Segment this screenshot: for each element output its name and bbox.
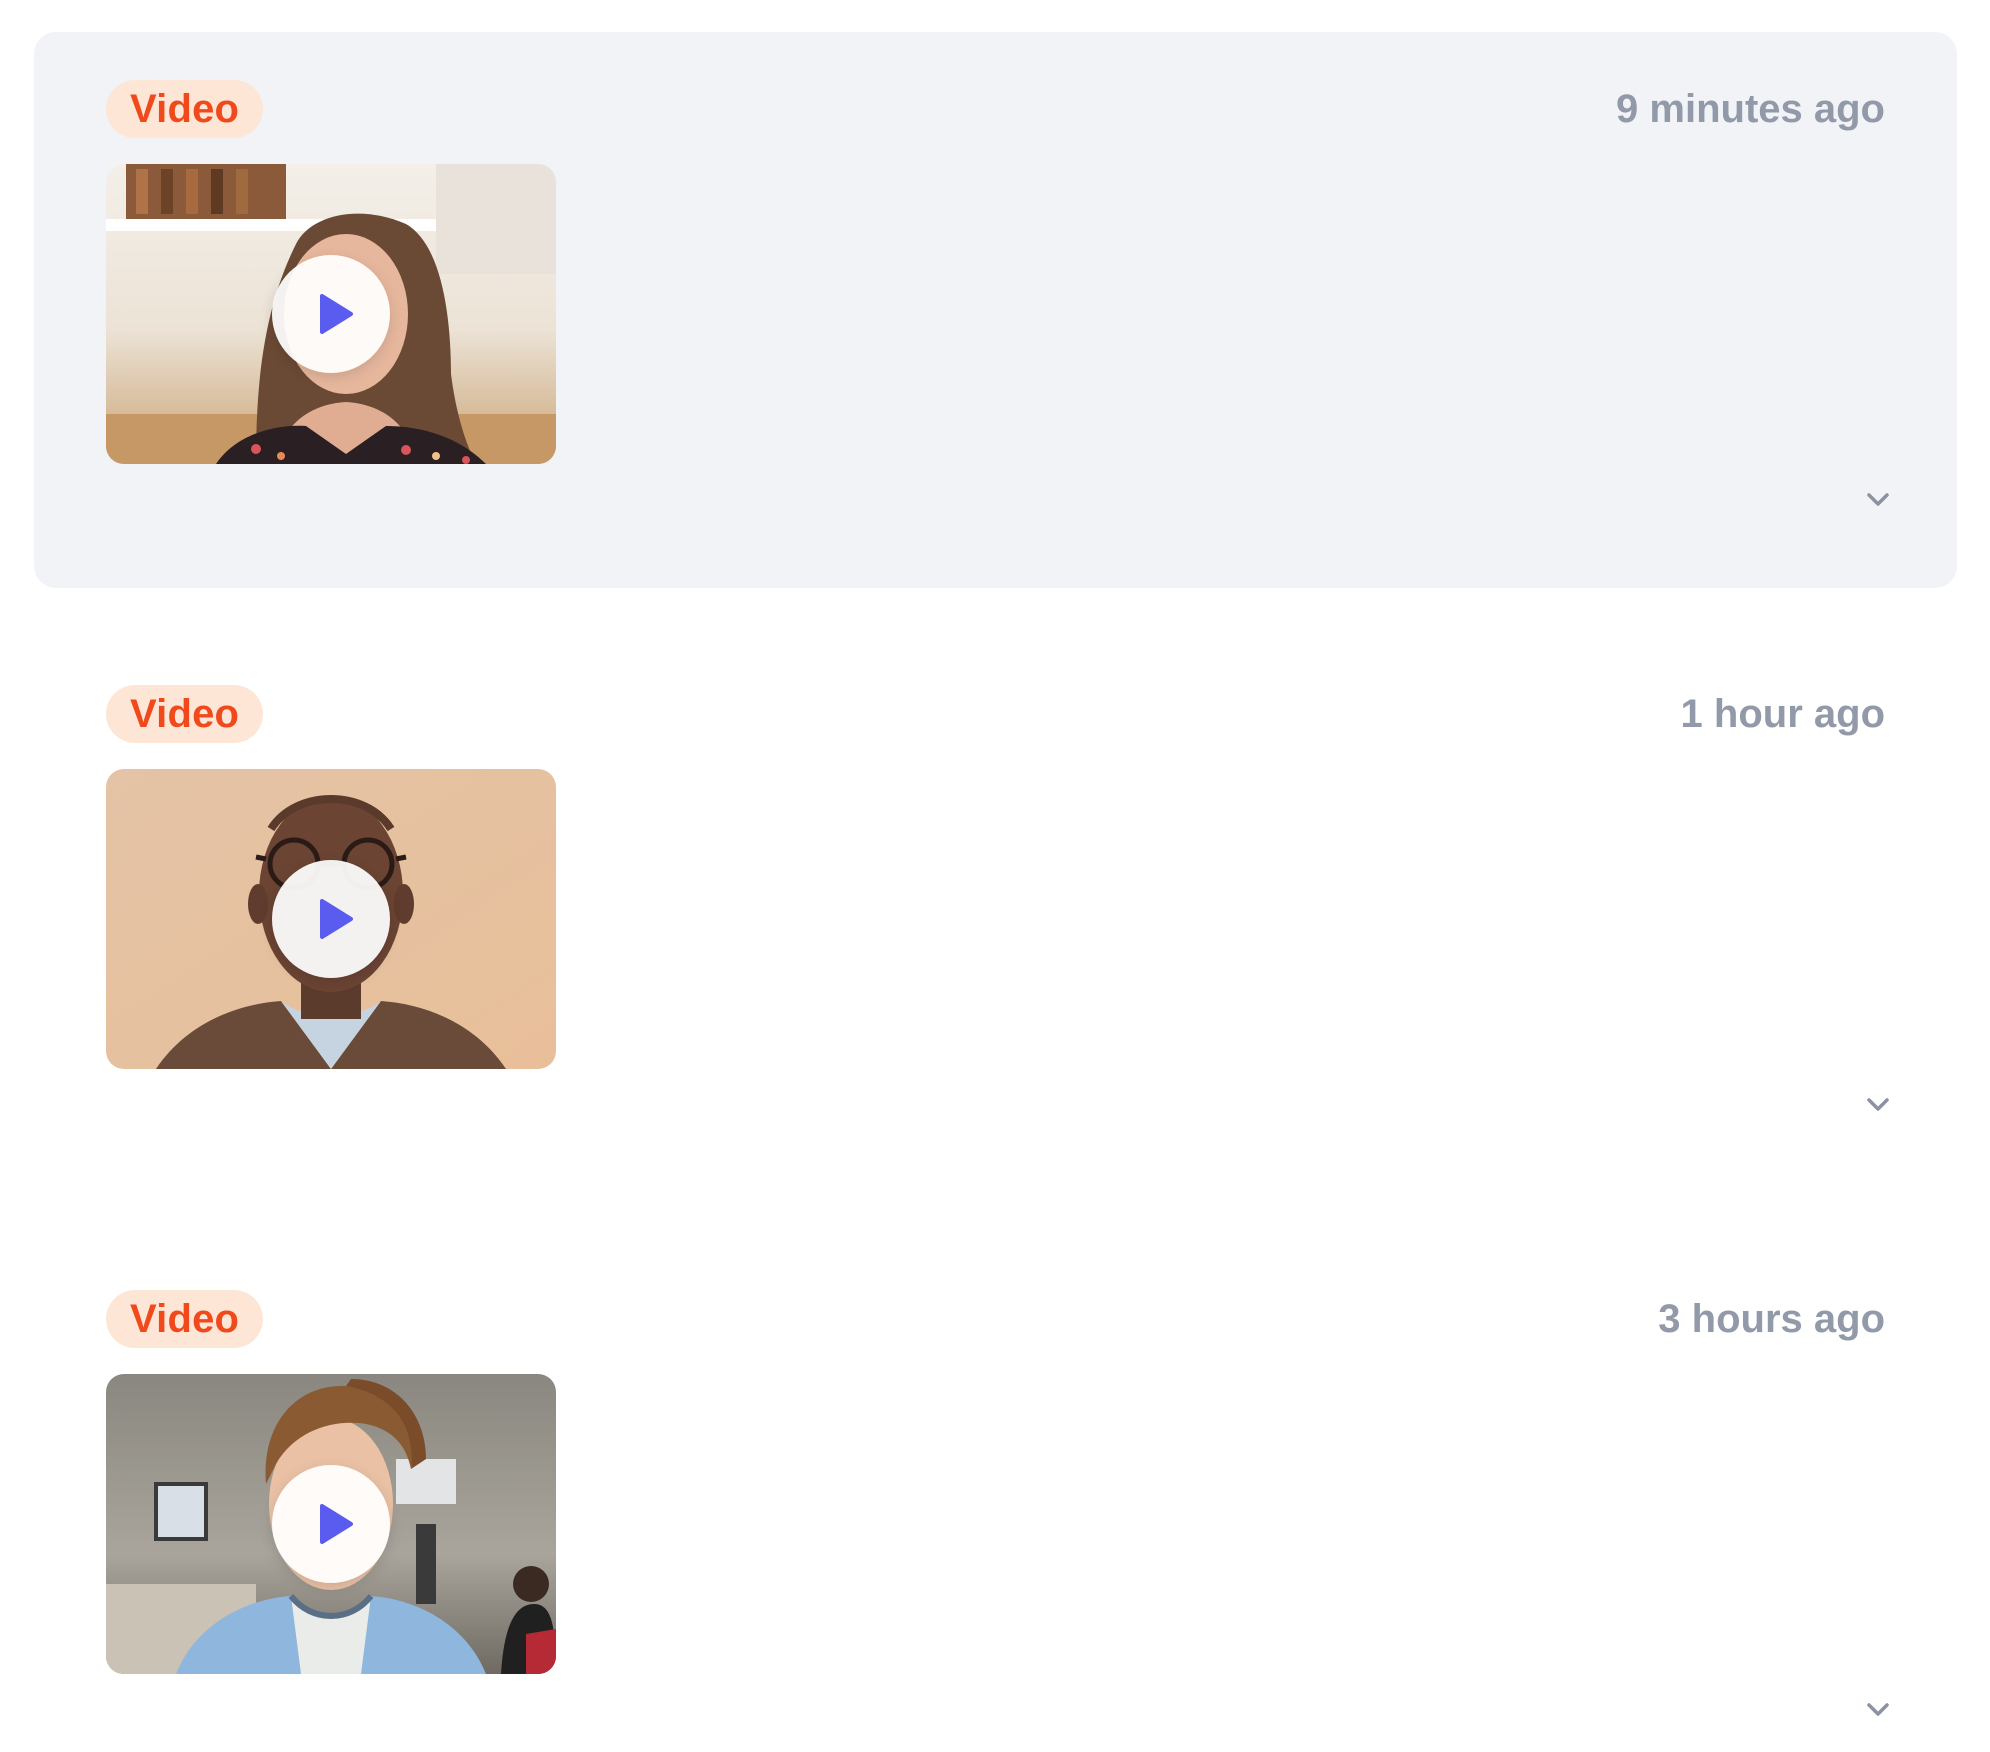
feed-item[interactable]: Video 9 minutes ago [34,32,1957,588]
type-badge: Video [106,685,264,743]
activity-feed: Video 9 minutes ago Video 1 hour ago Vid… [0,0,1990,1752]
chevron-down-icon [1867,1703,1889,1716]
play-button[interactable] [272,860,390,978]
type-badge: Video [106,1290,264,1348]
video-thumbnail[interactable] [106,1374,556,1674]
play-icon [320,1504,353,1544]
play-button[interactable] [272,1465,390,1583]
chevron-down-icon [1867,1098,1889,1111]
chevron-down-icon [1867,493,1889,506]
play-icon [320,899,353,939]
video-thumbnail[interactable] [106,164,556,464]
feed-item[interactable]: Video 1 hour ago [34,637,1957,1193]
play-icon [320,294,353,334]
timestamp: 3 hours ago [1658,1297,1885,1341]
video-thumbnail[interactable] [106,769,556,1069]
expand-toggle[interactable] [1861,482,1895,516]
timestamp: 1 hour ago [1680,692,1885,736]
expand-toggle[interactable] [1861,1087,1895,1121]
timestamp: 9 minutes ago [1616,87,1885,131]
type-badge: Video [106,80,264,138]
play-button[interactable] [272,255,390,373]
feed-item[interactable]: Video 3 hours ago [34,1242,1957,1752]
expand-toggle[interactable] [1861,1692,1895,1726]
